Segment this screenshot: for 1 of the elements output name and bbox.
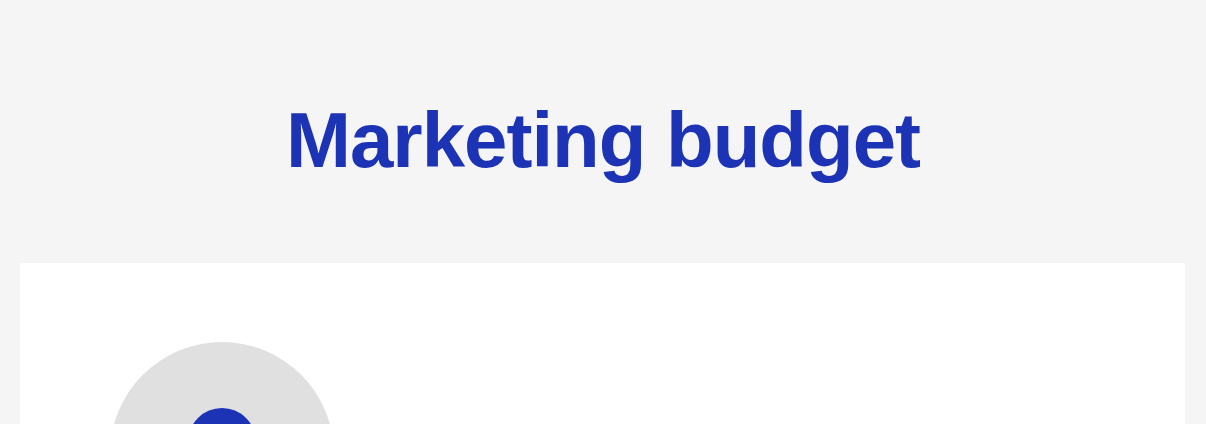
page-title: Marketing budget: [286, 95, 920, 185]
